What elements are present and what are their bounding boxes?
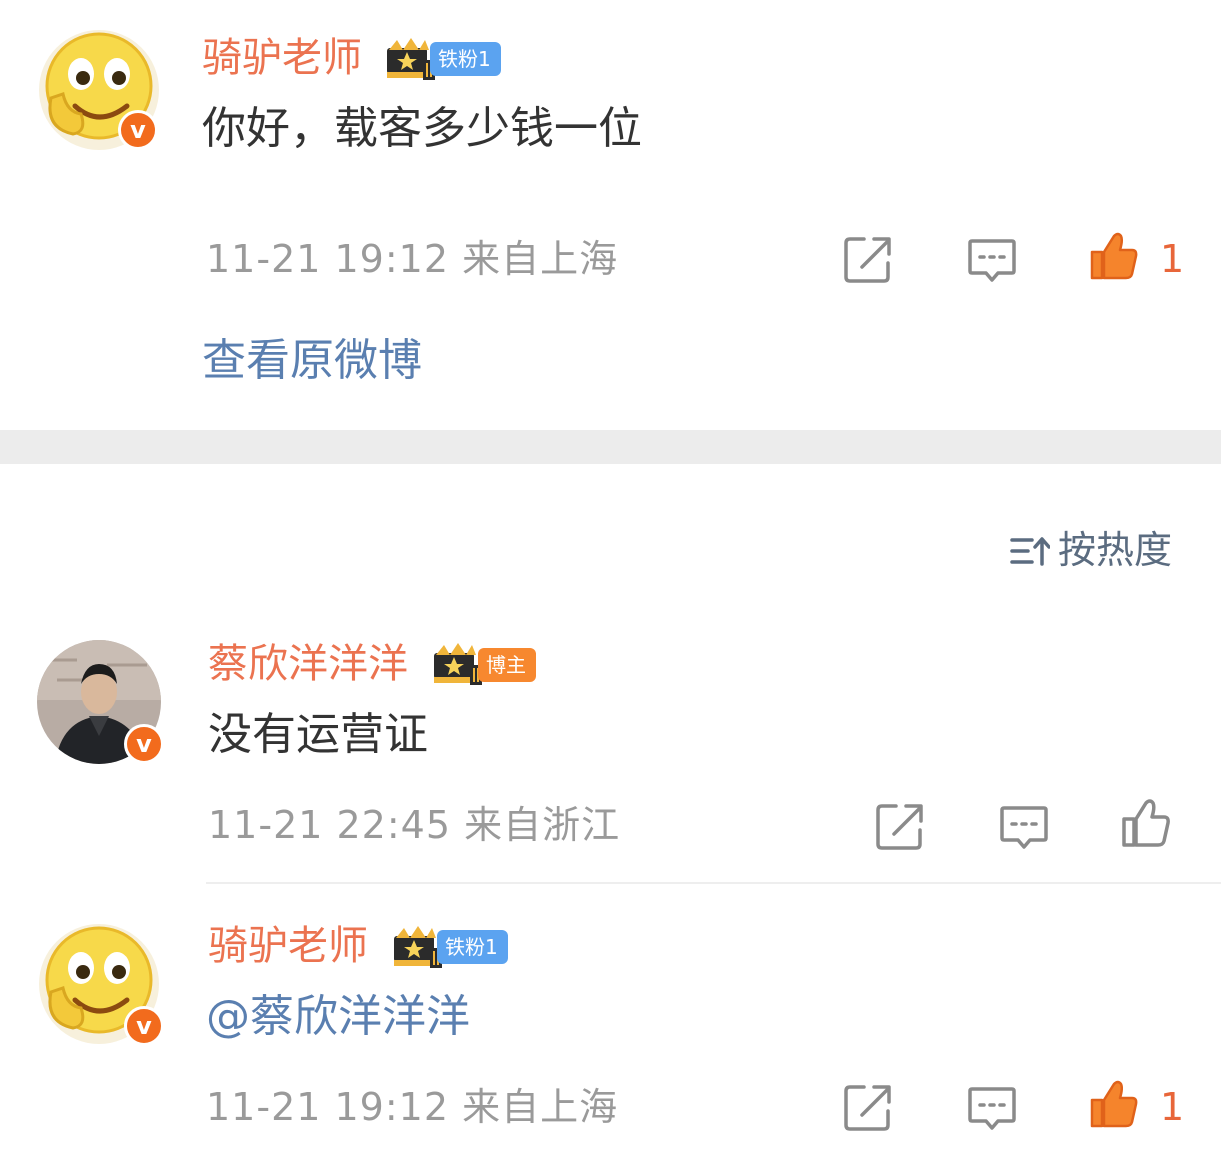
share-icon[interactable] [842,233,894,285]
like-icon[interactable] [1088,230,1140,282]
view-original-link[interactable]: 查看原微博 [202,334,422,388]
comment-meta: 11-21 19:12 来自上海 [206,1085,619,1129]
like-count: 1 [1160,237,1185,281]
comment-divider [206,882,1221,884]
crown-icon [432,643,484,687]
comment-icon[interactable] [998,800,1050,852]
share-icon[interactable] [842,1081,894,1133]
post-meta: 11-21 19:12 来自上海 [206,237,619,281]
comment-icon[interactable] [966,1081,1018,1133]
sort-icon[interactable] [1010,534,1050,568]
sort-by-hot-button[interactable]: 按热度 [1058,528,1172,572]
like-icon[interactable] [1120,797,1172,849]
verified-icon: v [124,724,164,764]
share-icon[interactable] [874,800,926,852]
author-name[interactable]: 骑驴老师 [202,34,362,82]
post-text: 你好，载客多少钱一位 [202,103,642,154]
comment-meta: 11-21 22:45 来自浙江 [208,803,621,847]
comment-author-name[interactable]: 骑驴老师 [208,922,368,970]
like-count: 1 [1160,1085,1185,1129]
comment-text: 没有运营证 [208,709,428,760]
fan-badge[interactable]: 铁粉1 [437,930,508,964]
comment-author-name[interactable]: 蔡欣洋洋洋 [208,640,408,688]
comment-text[interactable]: @蔡欣洋洋洋 [206,990,470,1044]
verified-icon: v [124,1006,164,1046]
blogger-badge[interactable]: 博主 [478,648,536,682]
like-icon[interactable] [1088,1078,1140,1130]
section-divider [0,430,1221,464]
fan-badge[interactable]: 铁粉1 [430,42,501,76]
verified-icon: v [118,110,158,150]
comment-icon[interactable] [966,233,1018,285]
